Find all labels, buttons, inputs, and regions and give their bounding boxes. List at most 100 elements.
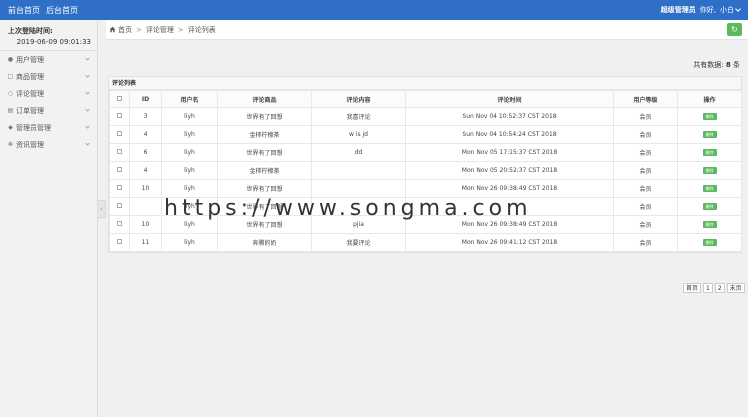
delete-button[interactable]: 删除 xyxy=(702,203,717,210)
column-header: 评论商品 xyxy=(217,90,312,108)
cell-time: Mon Nov 05 20:52:37 CST 2018 xyxy=(405,161,614,180)
page-first[interactable]: 首页 xyxy=(683,283,702,293)
chevron-left-icon: ‹ xyxy=(100,205,103,213)
breadcrumb-comment-list: 评论列表 xyxy=(187,25,216,34)
cell-product: 世界有了回想 xyxy=(217,179,312,198)
comment-icon: ○ xyxy=(7,90,14,97)
total-label: 共有数据: xyxy=(693,61,724,69)
refresh-button[interactable]: ↻ xyxy=(727,23,742,36)
breadcrumb-home[interactable]: 首页 xyxy=(118,25,132,35)
cell-user: liyh xyxy=(161,125,218,144)
sidebar: 上次登陆时间: 2019-06-09 09:01:33 ● 用户管理 □ 商品管… xyxy=(0,20,98,417)
cell-product: 奔腾的奶 xyxy=(217,233,312,252)
sidebar-item-news[interactable]: ✻ 资讯管理 xyxy=(0,136,97,153)
column-header: 用户等级 xyxy=(613,90,678,108)
breadcrumb: 首页 > 评论管理 > 评论列表 ↻ xyxy=(106,20,748,40)
select-all-checkbox[interactable] xyxy=(117,95,122,101)
sidebar-item-orders[interactable]: ▤ 订单管理 xyxy=(0,102,97,119)
delete-button[interactable]: 删除 xyxy=(702,113,717,120)
sidebar-item-label: 资讯管理 xyxy=(16,140,44,149)
cell-op: 删除 xyxy=(677,233,742,252)
row-checkbox[interactable] xyxy=(117,167,122,172)
breadcrumb-comment-mgmt[interactable]: 评论管理 xyxy=(146,25,174,35)
breadcrumb-separator: > xyxy=(136,25,142,34)
page-2[interactable]: 2 xyxy=(714,283,725,293)
cell-time: Mon Nov 05 17:15:37 CST 2018 xyxy=(405,143,614,162)
row-checkbox[interactable] xyxy=(117,239,122,244)
delete-button[interactable]: 删除 xyxy=(702,221,717,228)
sidebar-item-admins[interactable]: ◆ 管理员管理 xyxy=(0,119,97,136)
cell-id: 10 xyxy=(129,179,162,198)
chevron-down-icon xyxy=(85,107,90,112)
row-select-cell xyxy=(109,215,130,234)
row-select-cell xyxy=(109,143,130,162)
delete-button[interactable]: 删除 xyxy=(702,149,717,156)
sidebar-item-products[interactable]: □ 商品管理 xyxy=(0,68,97,85)
row-select-cell xyxy=(109,179,130,198)
chevron-down-icon xyxy=(85,124,90,129)
cell-id: 4 xyxy=(129,125,162,144)
cell-user: liyh xyxy=(161,161,218,180)
total-value: 8 xyxy=(725,61,731,69)
refresh-icon: ↻ xyxy=(731,25,738,34)
row-checkbox[interactable] xyxy=(117,203,122,208)
comment-table: ID 用户名 评论商品 评论内容 评论时间 用户等级 操作 3 liyh 世界有了回… xyxy=(109,90,742,252)
sidebar-item-comments[interactable]: ○ 评论管理 xyxy=(0,85,97,102)
cell-op: 删除 xyxy=(677,125,742,144)
cell-content: 我要评论 xyxy=(311,233,406,252)
cell-content: 我喜评论 xyxy=(311,107,406,126)
cell-level: 会员 xyxy=(613,107,678,126)
row-select-cell xyxy=(109,197,130,216)
delete-button[interactable]: 删除 xyxy=(702,131,717,138)
nav-backend-home[interactable]: 后台首页 xyxy=(46,5,78,16)
row-checkbox[interactable] xyxy=(117,149,122,154)
last-login-label: 上次登陆时间: xyxy=(8,27,53,35)
cell-level: 会员 xyxy=(613,215,678,234)
user-name: 小白 xyxy=(720,6,734,14)
cell-level: 会员 xyxy=(613,197,678,216)
row-checkbox[interactable] xyxy=(117,131,122,136)
select-all-cell xyxy=(109,90,130,108)
page-1[interactable]: 1 xyxy=(703,283,713,293)
delete-button[interactable]: 删除 xyxy=(702,239,717,246)
cell-level: 会员 xyxy=(613,125,678,144)
sidebar-item-users[interactable]: ● 用户管理 xyxy=(0,51,97,68)
row-checkbox[interactable] xyxy=(117,113,122,118)
cell-product: 金柿柠檬茶 xyxy=(217,125,312,144)
cell-level: 会员 xyxy=(613,179,678,198)
page-last[interactable]: 末页 xyxy=(726,283,745,293)
sidebar-item-label: 管理员管理 xyxy=(16,123,51,132)
sidebar-item-label: 商品管理 xyxy=(16,72,44,81)
panel-title: 评论列表 xyxy=(109,77,741,90)
last-login-time: 2019-06-09 09:01:33 xyxy=(16,38,91,46)
chevron-down-icon xyxy=(85,73,90,78)
delete-button[interactable]: 删除 xyxy=(702,167,717,174)
cell-id xyxy=(129,197,162,216)
row-checkbox[interactable] xyxy=(117,221,122,226)
cell-content xyxy=(311,179,406,198)
cell-user: liyh xyxy=(161,179,218,198)
column-header: 评论时间 xyxy=(405,90,614,108)
column-header: 评论内容 xyxy=(311,90,406,108)
comment-list-panel: 评论列表 ID 用户名 评论商品 评论内容 评论时间 用户等级 操作 3 liyh… xyxy=(108,76,742,253)
cell-user: liyh xyxy=(161,107,218,126)
row-checkbox[interactable] xyxy=(117,185,122,190)
sidebar-item-label: 评论管理 xyxy=(16,89,44,98)
cell-user: liyh xyxy=(161,233,218,252)
delete-button[interactable]: 删除 xyxy=(702,185,717,192)
cell-op: 删除 xyxy=(677,161,742,180)
nav-frontend-home[interactable]: 前台首页 xyxy=(8,5,40,16)
sidebar-item-label: 用户管理 xyxy=(16,55,44,64)
watermark: https://www.songma.com xyxy=(164,196,532,221)
table-row: 4 liyh 金柿柠檬茶 w is jd Sun Nov 04 10:54:24 CST… xyxy=(109,125,742,144)
cell-content: dd xyxy=(311,143,406,162)
cell-level: 会员 xyxy=(613,143,678,162)
last-login-info: 上次登陆时间: 2019-06-09 09:01:33 xyxy=(0,20,97,51)
cell-op: 删除 xyxy=(677,107,742,126)
sidebar-collapse-toggle[interactable]: ‹ xyxy=(98,200,106,218)
cell-id: 6 xyxy=(129,143,162,162)
cell-op: 删除 xyxy=(677,143,742,162)
user-menu[interactable]: 小白 xyxy=(720,5,741,15)
top-navbar: 前台首页 后台首页 超级管理员 你好, 小白 xyxy=(0,0,748,20)
column-header: 用户名 xyxy=(161,90,218,108)
